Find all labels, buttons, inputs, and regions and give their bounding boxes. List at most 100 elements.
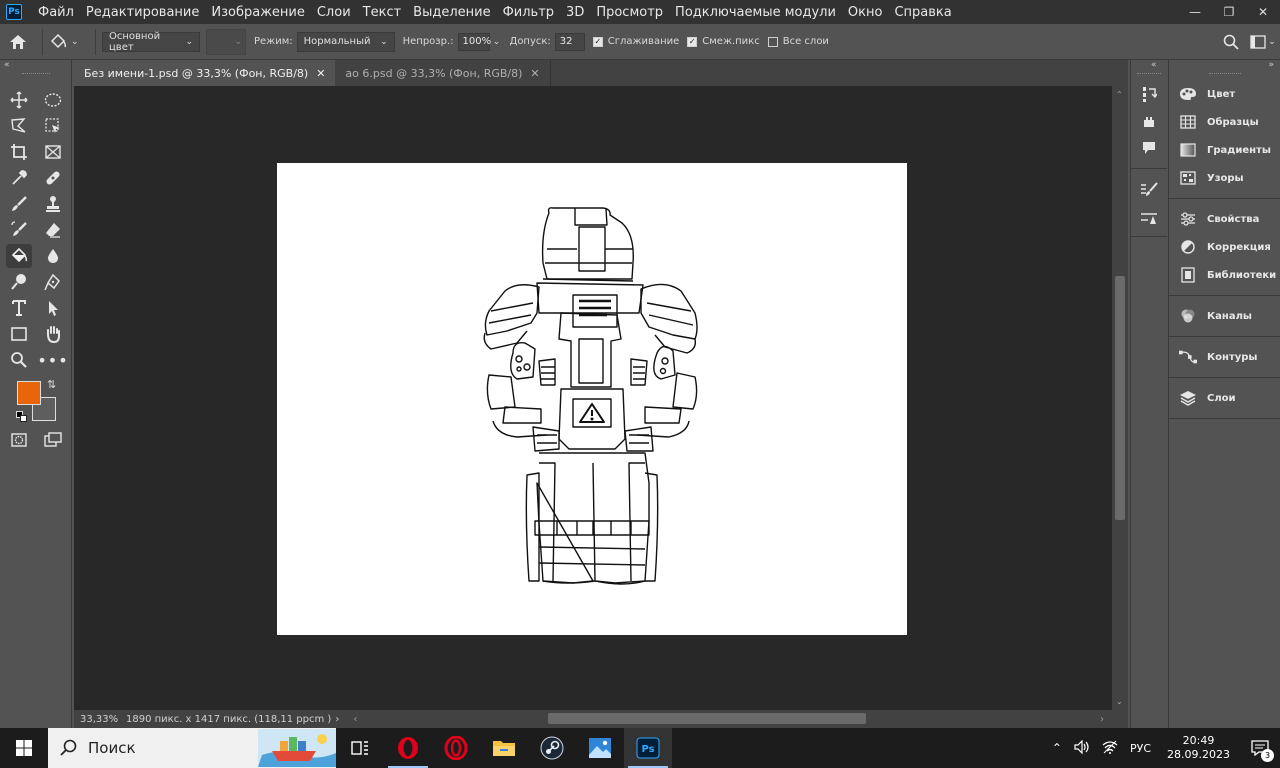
clock[interactable]: 20:49 28.09.2023 <box>1157 734 1240 762</box>
tolerance-input[interactable]: 32 <box>554 32 585 51</box>
panel-paths[interactable]: Контуры <box>1179 347 1257 367</box>
workspace-switcher[interactable]: ⌄ <box>1246 35 1280 49</box>
opacity-dropdown-button[interactable]: ⌄ <box>490 33 504 51</box>
show-hidden-icons-button[interactable]: ⌃ <box>1046 741 1068 755</box>
dodge-tool[interactable] <box>6 270 32 294</box>
collapse-panels-button[interactable]: » <box>1268 60 1274 70</box>
menu-3d[interactable]: 3D <box>560 5 590 20</box>
path-selection-tool[interactable] <box>40 296 66 320</box>
network-button[interactable] <box>1096 740 1124 757</box>
scroll-up-icon[interactable]: ⌃ <box>1116 90 1123 99</box>
all-layers-checkbox[interactable] <box>767 36 778 47</box>
toolbar-grip[interactable] <box>22 73 50 76</box>
frame-tool[interactable] <box>40 140 66 164</box>
tool-preset-picker[interactable]: ⌄ <box>49 33 89 51</box>
zoom-level[interactable]: 33,33% <box>80 714 122 725</box>
robot-line-drawing[interactable] <box>277 163 907 635</box>
language-indicator[interactable]: РУС <box>1124 742 1157 755</box>
menu-edit[interactable]: Редактирование <box>80 5 205 20</box>
menu-help[interactable]: Справка <box>888 5 957 20</box>
brush-settings-button[interactable] <box>1136 178 1162 202</box>
fill-source-select[interactable]: Основной цвет ⌄ <box>102 31 200 53</box>
blend-mode-select[interactable]: Нормальный ⌄ <box>296 31 395 52</box>
menu-layers[interactable]: Слои <box>311 5 357 20</box>
panel-properties[interactable]: Свойства <box>1179 209 1259 229</box>
antialias-checkbox[interactable]: ✓ <box>592 36 603 47</box>
panel-swatches[interactable]: Образцы <box>1179 112 1259 132</box>
actions-panel-button[interactable] <box>1136 110 1162 134</box>
menu-filter[interactable]: Фильтр <box>497 5 560 20</box>
panel-color[interactable]: Цвет <box>1179 84 1235 104</box>
vertical-scrollbar[interactable]: ⌃ ⌄ <box>1112 86 1128 710</box>
healing-brush-tool[interactable] <box>40 166 66 190</box>
history-brush-tool[interactable] <box>6 218 32 242</box>
type-tool[interactable] <box>6 296 32 320</box>
volume-button[interactable] <box>1068 739 1096 757</box>
tab-document-2[interactable]: ao 6.psd @ 33,3% (Фон, RGB/8) ✕ <box>335 60 551 86</box>
scroll-right-icon[interactable]: › <box>1100 714 1104 725</box>
restore-button[interactable]: ❐ <box>1212 0 1246 24</box>
panel-libraries[interactable]: Библиотеки <box>1179 265 1276 285</box>
panel-patterns[interactable]: Узоры <box>1179 168 1244 188</box>
scroll-down-icon[interactable]: ⌄ <box>1116 697 1123 706</box>
edit-toolbar-button[interactable]: ••• <box>37 348 67 372</box>
taskbar-search-box[interactable]: Поиск <box>48 728 336 768</box>
panel-layers[interactable]: Слои <box>1179 388 1236 408</box>
photos-app[interactable] <box>576 728 624 768</box>
eyedropper-tool[interactable] <box>6 166 32 190</box>
file-explorer-app[interactable] <box>480 728 528 768</box>
contiguous-checkbox[interactable]: ✓ <box>687 36 698 47</box>
swap-colors-button[interactable]: ⇅ <box>47 378 56 391</box>
tab-document-1[interactable]: Без имени-1.psd @ 33,3% (Фон, RGB/8) ✕ <box>74 60 336 86</box>
vertical-scroll-thumb[interactable] <box>1115 276 1125 520</box>
panels-grip[interactable] <box>1209 73 1241 74</box>
screen-mode-button[interactable] <box>40 428 66 452</box>
minimize-button[interactable]: — <box>1178 0 1212 24</box>
hand-tool[interactable] <box>40 322 66 346</box>
search-button[interactable] <box>1216 34 1246 50</box>
move-tool[interactable] <box>6 88 32 112</box>
pen-tool[interactable] <box>40 270 66 294</box>
scroll-left-icon[interactable]: ‹ <box>353 714 357 725</box>
horizontal-scroll-thumb[interactable] <box>548 713 866 724</box>
clone-stamp-tool[interactable] <box>40 192 66 216</box>
zoom-tool[interactable] <box>6 348 32 372</box>
lasso-tool[interactable] <box>6 114 32 138</box>
brush-tool[interactable] <box>6 192 32 216</box>
panel-gradients[interactable]: Градиенты <box>1179 140 1271 160</box>
marquee-tool[interactable] <box>40 88 66 112</box>
chevron-right-icon[interactable]: › <box>335 714 339 725</box>
menu-window[interactable]: Окно <box>842 5 889 20</box>
opacity-input[interactable]: 100% <box>457 32 491 51</box>
pattern-picker[interactable]: ⌄ <box>206 28 246 55</box>
strip-grip[interactable] <box>1137 73 1161 74</box>
menu-image[interactable]: Изображение <box>205 5 310 20</box>
task-view-button[interactable] <box>336 728 384 768</box>
tool-presets-button[interactable] <box>1136 206 1162 230</box>
photoshop-logo-icon[interactable]: Ps <box>6 4 22 20</box>
eraser-tool[interactable] <box>40 218 66 242</box>
photoshop-app[interactable]: Ps <box>624 728 672 768</box>
panel-channels[interactable]: Каналы <box>1179 306 1252 326</box>
canvas-workspace[interactable] <box>74 86 1112 710</box>
close-icon[interactable]: ✕ <box>316 67 325 80</box>
comments-panel-button[interactable] <box>1136 136 1162 160</box>
collapse-toolbar-button[interactable]: « <box>4 60 10 70</box>
notifications-button[interactable]: 3 <box>1240 728 1280 768</box>
crop-tool[interactable] <box>6 140 32 164</box>
home-button[interactable] <box>0 24 36 60</box>
foreground-color-swatch[interactable] <box>17 381 41 405</box>
menu-select[interactable]: Выделение <box>407 5 496 20</box>
start-button[interactable] <box>0 728 48 768</box>
quick-mask-button[interactable] <box>6 428 32 452</box>
document-canvas[interactable] <box>277 163 907 635</box>
panel-adjustments[interactable]: Коррекция <box>1179 237 1271 257</box>
opera-app[interactable] <box>432 728 480 768</box>
collapse-strip-button[interactable]: « <box>1151 60 1157 70</box>
blur-tool[interactable] <box>40 244 66 268</box>
rectangle-tool[interactable] <box>6 322 32 346</box>
steam-app[interactable] <box>528 728 576 768</box>
menu-type[interactable]: Текст <box>357 5 408 20</box>
object-selection-tool[interactable] <box>40 114 66 138</box>
close-window-button[interactable]: ✕ <box>1246 0 1280 24</box>
